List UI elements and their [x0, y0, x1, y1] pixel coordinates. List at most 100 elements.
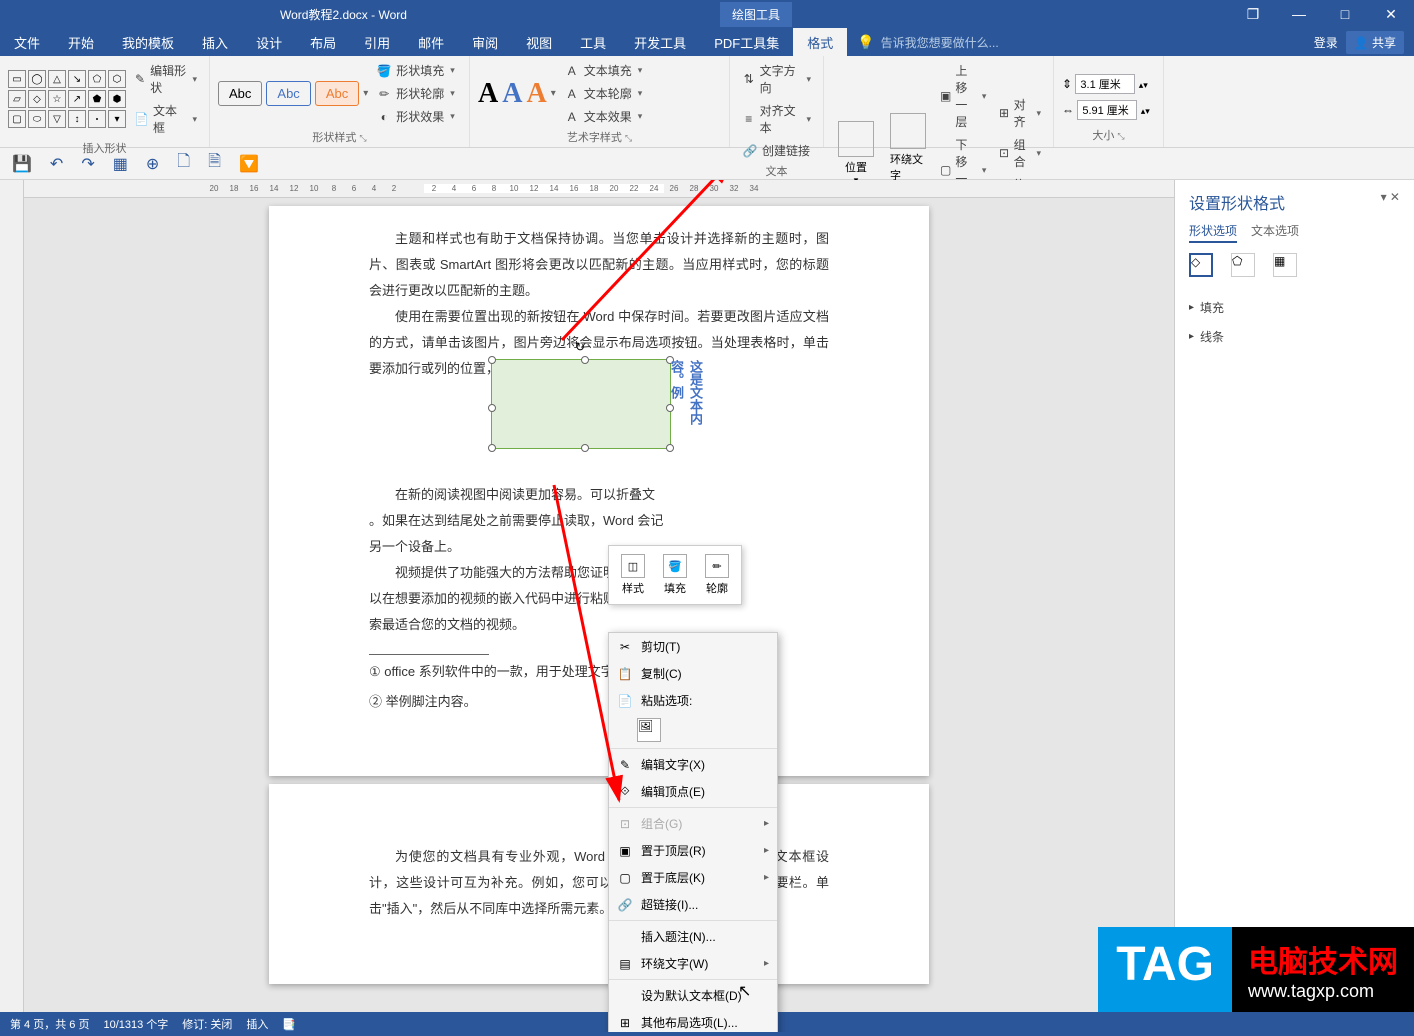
panel-tab-shape[interactable]: 形状选项 [1189, 222, 1237, 243]
dialog-launcher-icon[interactable]: ⤡ [1117, 131, 1124, 141]
shape-effect-button[interactable]: ◐形状效果 [372, 106, 459, 127]
selected-shape[interactable]: ↻ 这是文本内容。例 [491, 359, 671, 449]
qat-icon[interactable]: ▦ [113, 154, 128, 174]
insert-mode[interactable]: 插入 [246, 1016, 268, 1032]
mini-style-button[interactable]: ◫样式 [615, 552, 651, 598]
layout-props-icon[interactable]: ▦ [1273, 253, 1297, 277]
resize-handle[interactable] [488, 404, 496, 412]
paragraph[interactable]: 主题和样式也有助于文档保持协调。当您单击设计并选择新的主题时，图片、图表或 Sm… [369, 226, 829, 304]
minimize-icon[interactable]: — [1276, 0, 1322, 28]
paragraph[interactable]: 另一个设备上。 [369, 534, 829, 560]
more-wordart-icon[interactable]: ▾ [551, 88, 556, 99]
maximize-icon[interactable]: □ [1322, 0, 1368, 28]
qat-icon[interactable]: 🗎 [208, 150, 221, 177]
more-styles-icon[interactable]: ▾ [363, 88, 368, 99]
height-input[interactable]: ⇕ 3.1 厘米 ▴▾ [1062, 74, 1150, 94]
section-fill[interactable]: 填充 [1189, 293, 1400, 322]
canvas[interactable]: 2018161412108642246810121416182022242628… [24, 180, 1174, 1032]
text-outline-button[interactable]: A文本轮廓 [560, 83, 647, 104]
menu-edit-points[interactable]: ⟐编辑顶点(E) [609, 778, 777, 805]
shape-outline-button[interactable]: ✏形状轮廓 [372, 83, 459, 104]
wordart-style-3[interactable]: A [526, 78, 546, 110]
create-link-button[interactable]: 🔗创建链接 [738, 140, 815, 161]
tab-dev[interactable]: 开发工具 [620, 28, 700, 56]
paragraph[interactable]: 。如果在达到结尾处之前需要停止读取，Word 会记 [369, 508, 829, 534]
resize-handle[interactable] [488, 356, 496, 364]
menu-wrap-text[interactable]: ▤环绕文字(W)▸ [609, 950, 777, 977]
resize-handle[interactable] [581, 444, 589, 452]
shape-gallery[interactable]: ▭◯△↘⬠⬡ ▱◇☆↗⬟⬢ ▢⬭▽↕⬞▾ [8, 70, 126, 128]
text-direction-button[interactable]: ⇅文字方向 [738, 60, 815, 98]
group-button[interactable]: ⊡组合 [994, 134, 1045, 172]
horizontal-ruler[interactable]: 2018161412108642246810121416182022242628… [24, 180, 1174, 198]
tab-view[interactable]: 视图 [512, 28, 566, 56]
edit-shape-button[interactable]: ✎编辑形状 [130, 60, 201, 98]
qat-icon[interactable]: 🔽 [239, 154, 259, 174]
share-button[interactable]: 👤 共享 [1346, 31, 1404, 54]
align-text-button[interactable]: ≡对齐文本 [738, 100, 815, 138]
tab-tools[interactable]: 工具 [566, 28, 620, 56]
align-button[interactable]: ⊞对齐 [994, 94, 1045, 132]
shape-style-2[interactable]: Abc [266, 81, 310, 106]
menu-cut[interactable]: ✂剪切(T) [609, 633, 777, 660]
text-fill-button[interactable]: A文本填充 [560, 60, 647, 81]
menu-copy[interactable]: 📋复制(C) [609, 660, 777, 687]
shape-style-3[interactable]: Abc [315, 81, 359, 106]
tab-insert[interactable]: 插入 [188, 28, 242, 56]
dialog-launcher-icon[interactable]: ⤡ [359, 133, 366, 143]
section-line[interactable]: 线条 [1189, 322, 1400, 351]
close-icon[interactable]: ✕ [1368, 0, 1414, 28]
menu-send-back[interactable]: ▢置于底层(K)▸ [609, 864, 777, 891]
dialog-launcher-icon[interactable]: ⤡ [625, 133, 632, 143]
tab-layout[interactable]: 布局 [296, 28, 350, 56]
tab-home[interactable]: 开始 [54, 28, 108, 56]
shape-text[interactable]: 这是文本内容。例 [667, 360, 705, 448]
track-changes[interactable]: 修订: 关闭 [182, 1016, 232, 1032]
textbox-button[interactable]: 📄文本框 [130, 100, 201, 138]
page-count[interactable]: 第 4 页，共 6 页 [10, 1016, 89, 1032]
wordart-style-2[interactable]: A [502, 78, 522, 110]
vertical-ruler[interactable] [0, 180, 24, 1032]
effects-icon[interactable]: ⬠ [1231, 253, 1255, 277]
shape-fill-button[interactable]: 🪣形状填充 [372, 60, 459, 81]
tab-mail[interactable]: 邮件 [404, 28, 458, 56]
tab-template[interactable]: 我的模板 [108, 28, 188, 56]
fill-line-icon[interactable]: ◇ [1189, 253, 1213, 277]
tell-me-search[interactable]: 💡告诉我您想要做什么... [857, 34, 998, 51]
position-button[interactable]: 位置▾ [832, 119, 880, 188]
mini-outline-button[interactable]: ✏轮廓 [699, 552, 735, 598]
status-icon[interactable]: 📑 [282, 1018, 296, 1031]
word-count[interactable]: 10/1313 个字 [103, 1016, 168, 1032]
wordart-style-1[interactable]: A [478, 78, 498, 110]
login-link[interactable]: 登录 [1314, 34, 1338, 51]
save-icon[interactable]: 💾 [12, 154, 32, 174]
menu-edit-text[interactable]: ✎编辑文字(X) [609, 751, 777, 778]
resize-handle[interactable] [581, 356, 589, 364]
tab-file[interactable]: 文件 [0, 28, 54, 56]
rotate-handle-icon[interactable]: ↻ [575, 340, 587, 352]
resize-handle[interactable] [488, 444, 496, 452]
paragraph[interactable]: 在新的阅读视图中阅读更加容易。可以折叠文 [369, 482, 829, 508]
mini-fill-button[interactable]: 🪣填充 [657, 552, 693, 598]
width-input[interactable]: ⇔ 5.91 厘米 ▴▾ [1062, 100, 1150, 120]
paste-option[interactable]: 🖼 [609, 714, 777, 746]
paragraph[interactable]: 以在想要添加的视频的嵌入代码中进行粘贴。您也可 [369, 586, 829, 612]
menu-caption[interactable]: 插入题注(N)... [609, 923, 777, 950]
qat-icon[interactable]: 🗋 [177, 150, 190, 177]
tab-format[interactable]: 格式 [793, 28, 847, 56]
tab-pdf[interactable]: PDF工具集 [700, 28, 793, 56]
menu-bring-front[interactable]: ▣置于顶层(R)▸ [609, 837, 777, 864]
menu-more-layout[interactable]: ⊞其他布局选项(L)... [609, 1009, 777, 1032]
qat-icon[interactable]: ⊕ [146, 154, 159, 174]
paragraph[interactable]: 视频提供了功能强大的方法帮助您证明您的观点 [369, 560, 829, 586]
undo-icon[interactable]: ↶ [50, 154, 63, 174]
tab-design[interactable]: 设计 [242, 28, 296, 56]
shape-style-1[interactable]: Abc [218, 81, 262, 106]
close-panel-icon[interactable]: ▾ ✕ [1381, 190, 1400, 214]
menu-hyperlink[interactable]: 🔗超链接(I)... [609, 891, 777, 918]
bring-forward-button[interactable]: ▣上移一层 [936, 60, 990, 132]
redo-icon[interactable]: ↷ [81, 154, 94, 174]
panel-tab-text[interactable]: 文本选项 [1251, 222, 1299, 243]
ribbon-options-icon[interactable]: ❐ [1230, 0, 1276, 28]
tab-references[interactable]: 引用 [350, 28, 404, 56]
